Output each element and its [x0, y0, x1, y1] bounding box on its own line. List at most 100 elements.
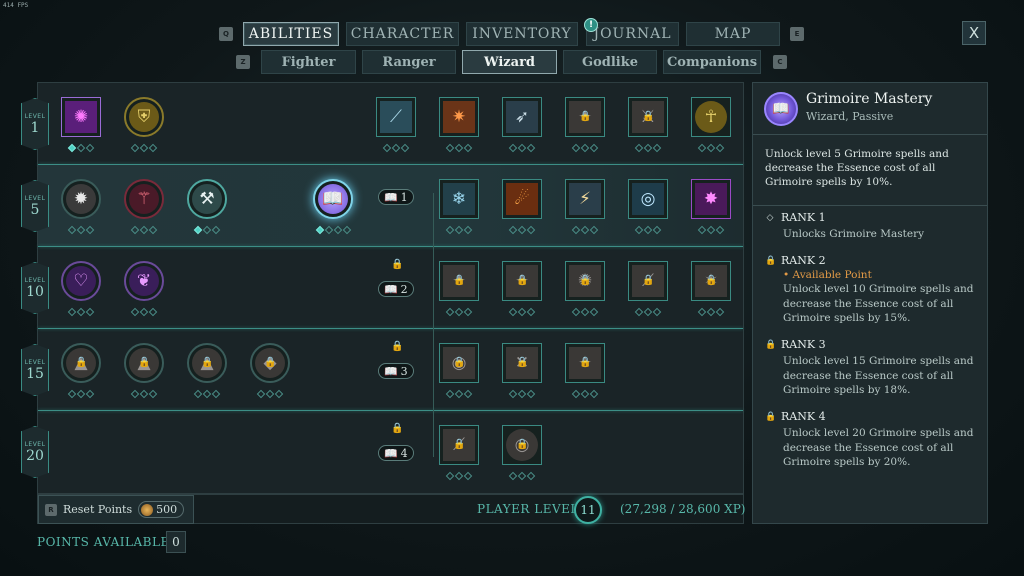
grimoire-node-2[interactable]: 📖 2: [378, 281, 414, 297]
ability-frost-ring[interactable]: ◎: [628, 179, 668, 219]
ability-locked[interactable]: ▲ 🔒: [61, 343, 101, 383]
fan-icon: ✷: [443, 101, 475, 133]
rank-pips: [124, 225, 164, 235]
ability-locked[interactable]: ✧ 🔒: [502, 261, 542, 301]
ability-figure[interactable]: ☥: [691, 97, 731, 137]
ability-arcane-box[interactable]: ✸: [691, 179, 731, 219]
reset-key: R: [45, 503, 57, 516]
rank-pips: [61, 307, 101, 317]
fps-counter: 414 FPS: [3, 2, 29, 9]
ability-staff[interactable]: ⚒: [187, 179, 227, 219]
lightning-icon: ⚡: [569, 183, 601, 215]
arcane-box-icon: ✸: [695, 183, 727, 215]
ability-flame-fan[interactable]: ✷: [439, 97, 479, 137]
rank-pips: [124, 307, 164, 317]
grimoire-node-1[interactable]: 📖 1: [378, 189, 414, 205]
lock-icon: 🔒: [453, 275, 466, 286]
ability-locked[interactable]: ▲ 🔒: [187, 343, 227, 383]
grimoire-icon: 📖: [318, 184, 348, 214]
grimoire-node-4[interactable]: 📖 4: [378, 445, 414, 461]
tab-ranger[interactable]: Ranger: [362, 50, 456, 74]
burst-icon: ✹: [66, 184, 96, 214]
ring-icon: ◎: [632, 183, 664, 215]
tab-map[interactable]: MAP: [686, 22, 780, 46]
ability-locked[interactable]: ✺ 🔒: [565, 261, 605, 301]
ability-ice-shards[interactable]: ❄: [439, 179, 479, 219]
rank-pips: [439, 389, 479, 399]
armor-icon: ⛨: [129, 102, 159, 132]
arcane-icon: ✺: [65, 101, 97, 133]
ability-locked[interactable]: ✦ 🔒: [565, 97, 605, 137]
figure-icon: ☥: [695, 101, 727, 133]
ability-locked[interactable]: ⟋ 🔒: [628, 261, 668, 301]
next-class-key[interactable]: C: [773, 55, 787, 69]
prev-tab-key[interactable]: Q: [219, 27, 233, 41]
tab-inventory[interactable]: INVENTORY: [466, 22, 578, 46]
rank-pips: [61, 225, 101, 235]
ability-locked[interactable]: ◎ 🔒: [502, 425, 542, 465]
ability-arcane-bolt[interactable]: ✺: [61, 97, 101, 137]
ability-locked[interactable]: ◉ 🔒: [439, 343, 479, 383]
ability-locked[interactable]: ⟋ 🔒: [439, 425, 479, 465]
ability-locked[interactable]: ✧ 🔒: [565, 343, 605, 383]
tab-fighter[interactable]: Fighter: [261, 50, 356, 74]
ability-locked[interactable]: ✶ 🔒: [691, 261, 731, 301]
ability-locked[interactable]: ◆ 🔒: [250, 343, 290, 383]
player-level-badge: 11: [574, 496, 602, 524]
ability-fire-wave[interactable]: ☄: [502, 179, 542, 219]
book-icon: 📖: [384, 364, 399, 378]
rank-pips: [565, 143, 605, 153]
rank-pips: [502, 307, 542, 317]
reset-points-button[interactable]: R Reset Points 500: [38, 495, 194, 524]
lock-icon: 🔒: [765, 411, 777, 422]
ability-burst[interactable]: ✹: [61, 179, 101, 219]
points-available-label: POINTS AVAILABLE: [37, 535, 170, 549]
ability-locked[interactable]: ✦ 🔒: [439, 261, 479, 301]
rank-pips: [250, 389, 290, 399]
ability-dagger[interactable]: ➶: [502, 97, 542, 137]
orb-icon: ❦: [129, 266, 159, 296]
diamond-icon: ◇: [766, 212, 774, 223]
ability-armor[interactable]: ⛨: [124, 97, 164, 137]
close-button[interactable]: X: [962, 21, 986, 45]
lock-icon: 🔒: [516, 275, 529, 286]
rank-pips: [628, 225, 668, 235]
rank-pips: [124, 143, 164, 153]
tab-character[interactable]: CHARACTER: [346, 22, 459, 46]
rank-pips: [61, 389, 101, 399]
player-level-label: PLAYER LEVEL: [477, 502, 579, 516]
tab-abilities[interactable]: ABILITIES: [243, 22, 339, 46]
tab-companions[interactable]: Companions: [663, 50, 761, 74]
ability-locked[interactable]: ▲ 🔒: [124, 343, 164, 383]
lock-icon: 🔒: [516, 439, 529, 450]
ability-locked[interactable]: ⚔ 🔒: [628, 97, 668, 137]
level-tag-5: LEVEL 5: [21, 180, 49, 232]
level-tag-1: LEVEL 1: [21, 98, 49, 150]
grimoire-node-3[interactable]: 📖 3: [378, 363, 414, 379]
ice-icon: ❄: [443, 183, 475, 215]
ability-locked[interactable]: ✕ 🔒: [502, 343, 542, 383]
ability-heart[interactable]: ♡: [61, 261, 101, 301]
rank-pips: [565, 225, 605, 235]
lock-icon: 🔒: [75, 357, 88, 368]
rank-pips: [124, 389, 164, 399]
rank-pips: [61, 143, 101, 153]
coin-icon: [141, 503, 154, 516]
lock-icon: 🔒: [391, 423, 404, 434]
rank-pips: [691, 307, 731, 317]
tab-godlike[interactable]: Godlike: [563, 50, 657, 74]
tab-wizard[interactable]: Wizard: [462, 50, 557, 74]
ability-grimoire-mastery[interactable]: 📖: [313, 179, 353, 219]
ability-slash[interactable]: ⟋: [376, 97, 416, 137]
next-tab-key[interactable]: E: [790, 27, 804, 41]
reset-label: Reset Points: [63, 503, 133, 516]
ability-wand[interactable]: ⚚: [124, 179, 164, 219]
ability-orb[interactable]: ❦: [124, 261, 164, 301]
prev-class-key[interactable]: Z: [236, 55, 250, 69]
detail-subtitle: Wizard, Passive: [806, 110, 894, 123]
ability-lightning[interactable]: ⚡: [565, 179, 605, 219]
lock-icon: 🔒: [765, 339, 777, 350]
wand-icon: ⚚: [129, 184, 159, 214]
tab-journal[interactable]: JOURNAL: [586, 22, 679, 46]
grimoire-spine: [433, 193, 434, 457]
